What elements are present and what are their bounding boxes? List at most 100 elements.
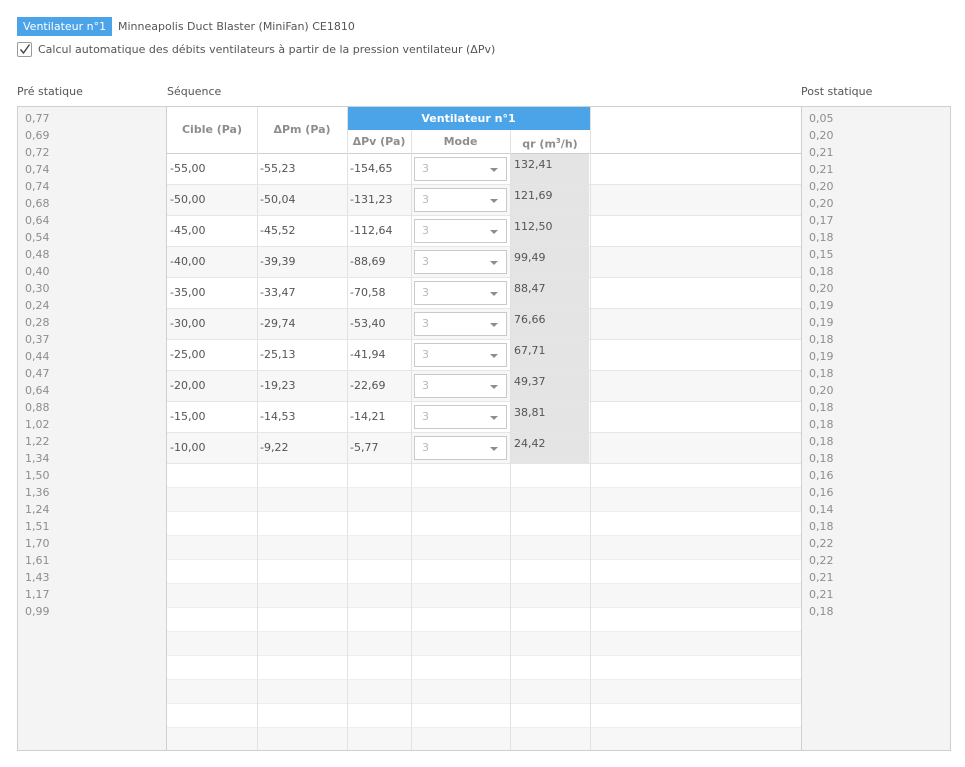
table-row[interactable]: -45,00 -45,52 -112,64 3 112,50: [167, 216, 801, 247]
pre-static-value: 0,47: [25, 367, 50, 380]
dpm-cell[interactable]: -33,47: [257, 278, 347, 308]
dpv-cell[interactable]: -154,65: [347, 154, 411, 184]
post-static-list[interactable]: 0,05 0,20 0,21 0,21 0,20 0,20 0,17 0,18 0,15 0,18…: [801, 106, 951, 751]
col-divider: [257, 107, 258, 750]
pre-static-value: 1,02: [25, 418, 50, 431]
col-header-dpm[interactable]: ΔPm (Pa): [257, 107, 347, 153]
table-row[interactable]: -40,00 -39,39 -88,69 3 99,49: [167, 247, 801, 278]
pre-static-value: 0,72: [25, 146, 50, 159]
fan-model-name: Minneapolis Duct Blaster (MiniFan) CE181…: [118, 20, 355, 33]
table-row[interactable]: -15,00 -14,53 -14,21 3 38,81: [167, 402, 801, 433]
pre-static-value: 0,74: [25, 163, 50, 176]
dpm-cell[interactable]: -19,23: [257, 371, 347, 401]
col-header-qr[interactable]: qr (m3/h): [510, 130, 590, 153]
mode-select[interactable]: 3: [414, 374, 507, 398]
chevron-down-icon[interactable]: [490, 354, 498, 358]
pre-static-value: 0,30: [25, 282, 50, 295]
auto-calc-row[interactable]: Calcul automatique des débits ventilateu…: [17, 41, 495, 58]
dpm-cell[interactable]: -45,52: [257, 216, 347, 246]
post-static-value: 0,21: [809, 163, 834, 176]
post-static-value: 0,20: [809, 197, 834, 210]
pre-static-list[interactable]: 0,77 0,69 0,72 0,74 0,74 0,68 0,64 0,54 0,48 0,40…: [17, 106, 167, 751]
chevron-down-icon[interactable]: [490, 230, 498, 234]
table-row[interactable]: -55,00 -55,23 -154,65 3 132,41: [167, 154, 801, 185]
col-header-mode[interactable]: Mode: [411, 130, 510, 153]
cible-cell[interactable]: -35,00: [167, 278, 257, 308]
chevron-down-icon[interactable]: [490, 261, 498, 265]
post-static-value: 0,18: [809, 333, 834, 346]
auto-calc-checkbox[interactable]: [17, 42, 32, 57]
pre-static-value: 0,40: [25, 265, 50, 278]
pre-static-value: 0,37: [25, 333, 50, 346]
col-divider: [347, 107, 348, 750]
cible-cell[interactable]: -50,00: [167, 185, 257, 215]
mode-select[interactable]: 3: [414, 157, 507, 181]
cible-cell[interactable]: -20,00: [167, 371, 257, 401]
qr-cell: 99,49: [511, 247, 589, 277]
pre-static-value: 1,51: [25, 520, 50, 533]
dpm-cell[interactable]: -55,23: [257, 154, 347, 184]
col-divider: [411, 130, 412, 750]
mode-select[interactable]: 3: [414, 219, 507, 243]
cible-cell[interactable]: -45,00: [167, 216, 257, 246]
fan-tab[interactable]: Ventilateur n°1: [17, 17, 113, 36]
dpv-cell[interactable]: -112,64: [347, 216, 411, 246]
mode-select[interactable]: 3: [414, 312, 507, 336]
col-divider: [590, 107, 591, 750]
dpv-cell[interactable]: -5,77: [347, 433, 411, 463]
table-row[interactable]: -25,00 -25,13 -41,94 3 67,71: [167, 340, 801, 371]
post-static-value: 0,16: [809, 469, 834, 482]
table-row[interactable]: -50,00 -50,04 -131,23 3 121,69: [167, 185, 801, 216]
col-header-cible[interactable]: Cible (Pa): [167, 107, 257, 153]
table-row[interactable]: -30,00 -29,74 -53,40 3 76,66: [167, 309, 801, 340]
dpm-cell[interactable]: -25,13: [257, 340, 347, 370]
chevron-down-icon[interactable]: [490, 416, 498, 420]
sequence-table[interactable]: Ventilateur n°1 Cible (Pa) ΔPm (Pa) ΔPv …: [167, 106, 801, 751]
dpm-cell[interactable]: -29,74: [257, 309, 347, 339]
cible-cell[interactable]: -30,00: [167, 309, 257, 339]
dpm-cell[interactable]: -9,22: [257, 433, 347, 463]
pre-static-value: 0,74: [25, 180, 50, 193]
col-header-dpv[interactable]: ΔPv (Pa): [347, 130, 411, 153]
chevron-down-icon[interactable]: [490, 447, 498, 451]
mode-value: 3: [422, 441, 429, 454]
chevron-down-icon[interactable]: [490, 292, 498, 296]
post-static-value: 0,18: [809, 401, 834, 414]
cible-cell[interactable]: -55,00: [167, 154, 257, 184]
cible-cell[interactable]: -40,00: [167, 247, 257, 277]
table-row[interactable]: -10,00 -9,22 -5,77 3 24,42: [167, 433, 801, 464]
mode-select[interactable]: 3: [414, 405, 507, 429]
mode-select[interactable]: 3: [414, 343, 507, 367]
cible-cell[interactable]: -25,00: [167, 340, 257, 370]
dpv-cell[interactable]: -131,23: [347, 185, 411, 215]
qr-cell: 121,69: [511, 185, 589, 215]
mode-select[interactable]: 3: [414, 436, 507, 460]
chevron-down-icon[interactable]: [490, 168, 498, 172]
table-row[interactable]: -20,00 -19,23 -22,69 3 49,37: [167, 371, 801, 402]
dpv-cell[interactable]: -88,69: [347, 247, 411, 277]
post-static-value: 0,16: [809, 486, 834, 499]
dpm-cell[interactable]: -39,39: [257, 247, 347, 277]
qr-cell: 132,41: [511, 154, 589, 184]
mode-value: 3: [422, 193, 429, 206]
pre-static-value: 0,24: [25, 299, 50, 312]
chevron-down-icon[interactable]: [490, 199, 498, 203]
mode-select[interactable]: 3: [414, 250, 507, 274]
dpm-cell[interactable]: -50,04: [257, 185, 347, 215]
mode-select[interactable]: 3: [414, 281, 507, 305]
cible-cell[interactable]: -15,00: [167, 402, 257, 432]
chevron-down-icon[interactable]: [490, 385, 498, 389]
empty-row: [167, 656, 801, 680]
table-row[interactable]: -35,00 -33,47 -70,58 3 88,47: [167, 278, 801, 309]
cible-cell[interactable]: -10,00: [167, 433, 257, 463]
dpv-cell[interactable]: -53,40: [347, 309, 411, 339]
empty-row: [167, 536, 801, 560]
dpv-cell[interactable]: -41,94: [347, 340, 411, 370]
post-static-value: 0,21: [809, 571, 834, 584]
mode-select[interactable]: 3: [414, 188, 507, 212]
dpv-cell[interactable]: -14,21: [347, 402, 411, 432]
dpm-cell[interactable]: -14,53: [257, 402, 347, 432]
chevron-down-icon[interactable]: [490, 323, 498, 327]
dpv-cell[interactable]: -70,58: [347, 278, 411, 308]
dpv-cell[interactable]: -22,69: [347, 371, 411, 401]
